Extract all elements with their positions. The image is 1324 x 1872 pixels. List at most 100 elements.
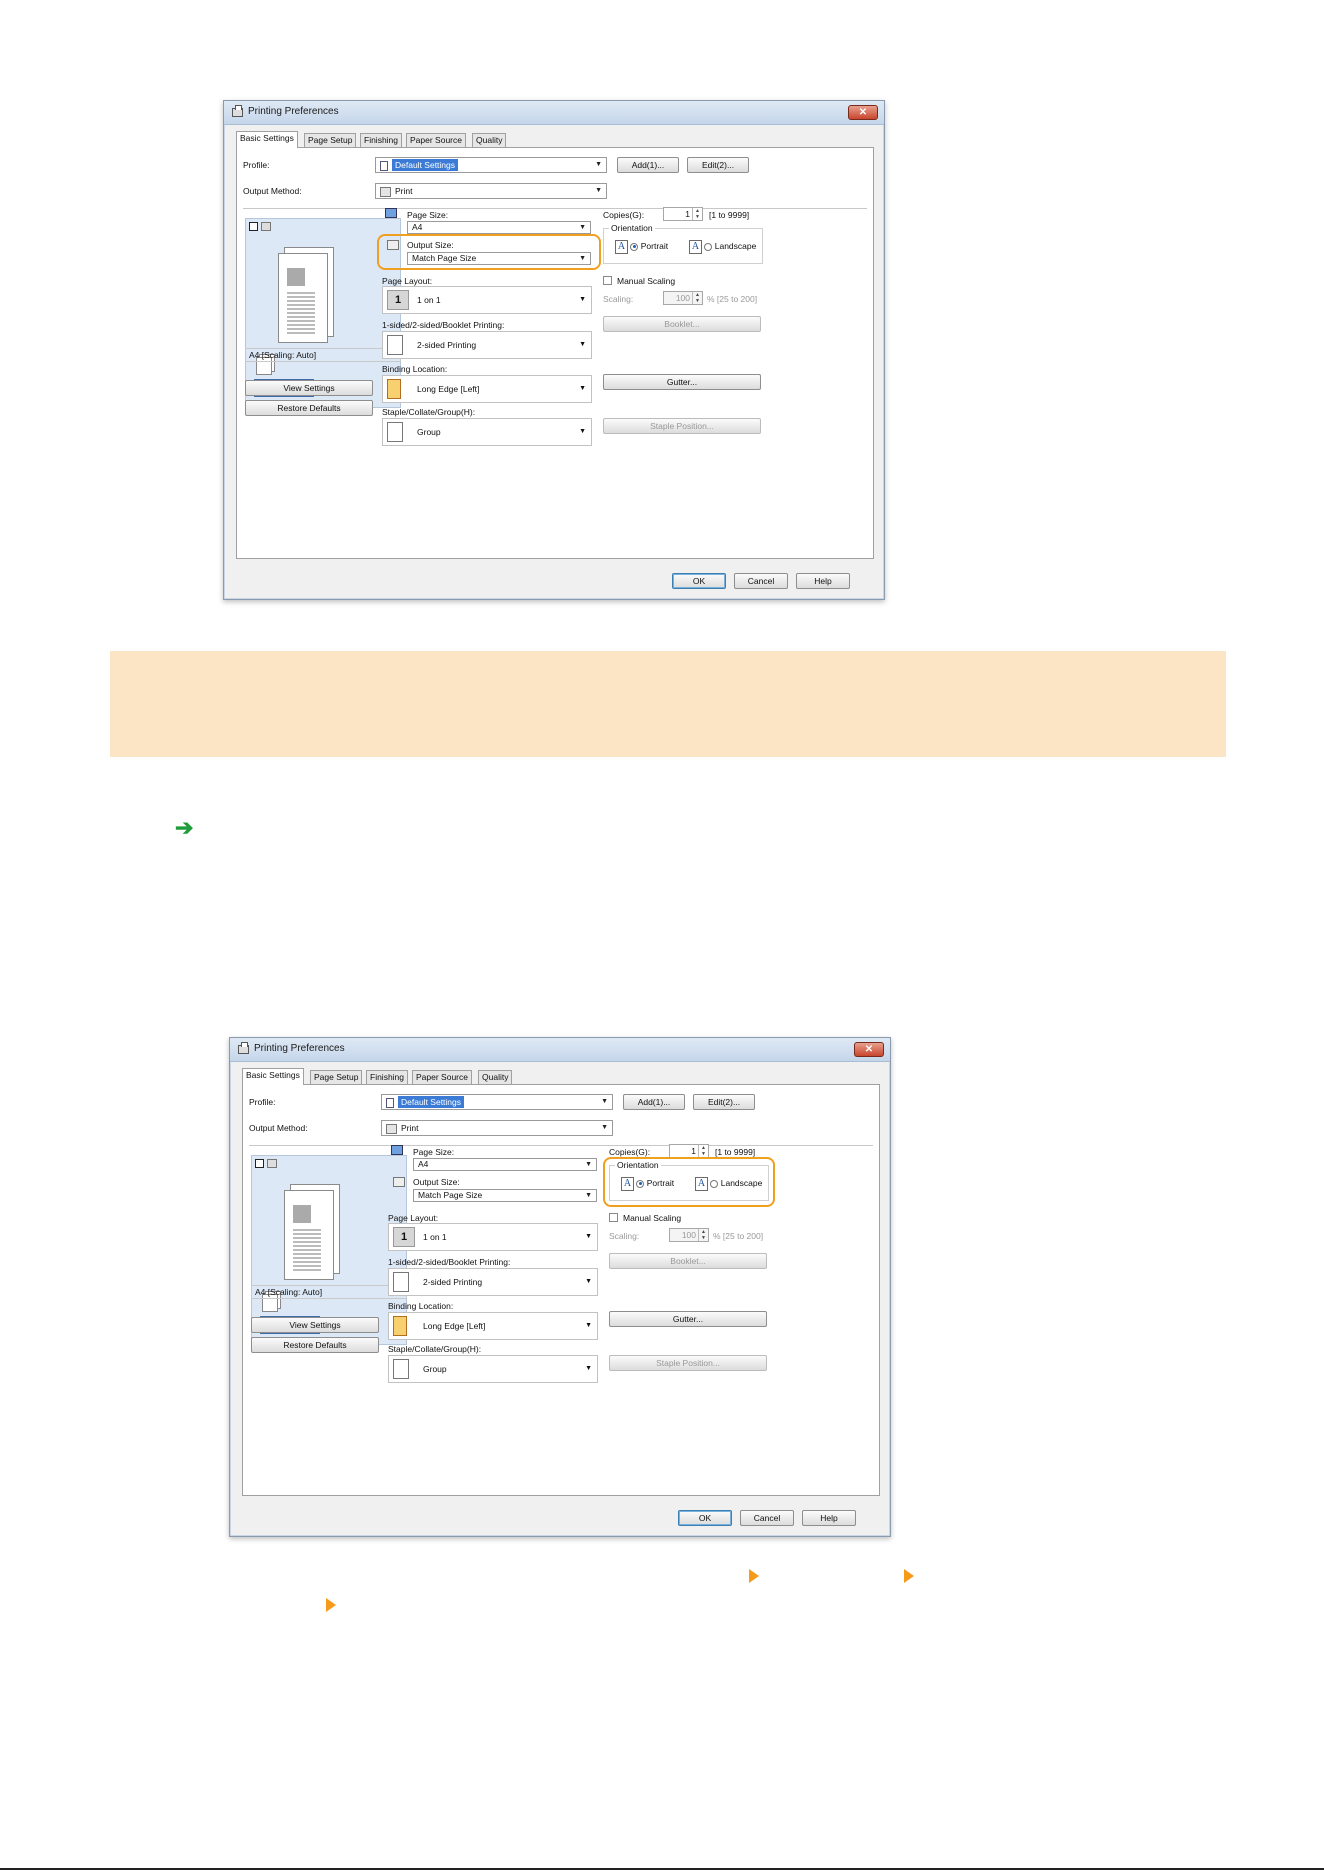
output-method-select[interactable]: Print ▼ (381, 1120, 613, 1136)
preview-caption: A4 [Scaling: Auto] (245, 348, 401, 362)
close-button[interactable]: ✕ (854, 1042, 884, 1057)
step-arrow-icon: ➔ (175, 815, 194, 840)
binding-select[interactable]: Long Edge [Left] ▼ (382, 375, 592, 403)
manual-scaling-checkbox[interactable] (609, 1213, 618, 1222)
output-size-select[interactable]: Match Page Size ▼ (413, 1189, 597, 1202)
tab-page-setup[interactable]: Page Setup (310, 1070, 363, 1084)
stepper-arrows-icon[interactable]: ▲ ▼ (698, 1229, 708, 1241)
binding-value: Long Edge [Left] (417, 384, 480, 394)
binding-select[interactable]: Long Edge [Left] ▼ (388, 1312, 598, 1340)
group-icon (387, 422, 403, 442)
landscape-label: Landscape (714, 241, 757, 251)
sided-label: 1-sided/2-sided/Booklet Printing: (388, 1257, 511, 1267)
tab-finishing[interactable]: Finishing (360, 133, 403, 147)
staple-select[interactable]: Group ▼ (388, 1355, 598, 1383)
page-view-icon[interactable] (249, 222, 258, 231)
page-layout-label: Page Layout: (382, 276, 433, 286)
tab-page-setup[interactable]: Page Setup (304, 133, 357, 147)
tab-basic-settings[interactable]: Basic Settings (236, 131, 298, 148)
cancel-button[interactable]: Cancel (734, 573, 788, 589)
page-size-select[interactable]: A4 ▼ (407, 221, 591, 234)
breadcrumb-arrow-icon (904, 1569, 914, 1583)
binding-icon (393, 1316, 407, 1336)
binding-value: Long Edge [Left] (423, 1321, 486, 1331)
copies-range: [1 to 9999] (709, 210, 750, 220)
scaling-stepper[interactable]: 100 ▲ ▼ (663, 291, 703, 305)
sided-select[interactable]: 2-sided Printing ▼ (388, 1268, 598, 1296)
sided-label: 1-sided/2-sided/Booklet Printing: (382, 320, 505, 330)
copies-stepper[interactable]: 1 ▲ ▼ (669, 1144, 709, 1158)
sided-select[interactable]: 2-sided Printing ▼ (382, 331, 592, 359)
printer-view-icon[interactable] (261, 222, 271, 231)
manual-scaling-label: Manual Scaling (617, 276, 676, 286)
tab-paper-source[interactable]: Paper Source (412, 1070, 472, 1084)
printer-icon (238, 1042, 249, 1054)
portrait-option[interactable]: A Portrait (615, 240, 668, 254)
profile-icon (386, 1097, 394, 1108)
output-size-value: Match Page Size (418, 1190, 483, 1200)
page-layout-select[interactable]: 1 1 on 1 ▼ (382, 286, 592, 314)
scaling-stepper[interactable]: 100 ▲ ▼ (669, 1228, 709, 1242)
view-settings-button[interactable]: View Settings (245, 380, 373, 396)
stepper-arrows-icon[interactable]: ▲ ▼ (692, 292, 702, 304)
chevron-down-icon: ▼ (585, 1365, 592, 1372)
restore-defaults-button[interactable]: Restore Defaults (245, 400, 373, 416)
gutter-button[interactable]: Gutter... (609, 1311, 767, 1327)
add-button[interactable]: Add(1)... (617, 157, 679, 173)
sided-value: 2-sided Printing (417, 340, 477, 350)
landscape-radio[interactable] (704, 242, 713, 251)
output-size-label: Output Size: (413, 1177, 460, 1187)
scaling-label: Scaling: (603, 294, 634, 304)
manual-scaling-label: Manual Scaling (623, 1213, 682, 1223)
page-layout-icon: 1 (387, 290, 409, 310)
tab-finishing[interactable]: Finishing (366, 1070, 409, 1084)
booklet-button[interactable]: Booklet... (609, 1253, 767, 1269)
ok-button[interactable]: OK (678, 1510, 732, 1526)
printer-view-icon[interactable] (267, 1159, 277, 1168)
tab-basic-settings[interactable]: Basic Settings (242, 1068, 304, 1085)
edit-button[interactable]: Edit(2)... (693, 1094, 755, 1110)
profile-select[interactable]: Default Settings ▼ (381, 1094, 613, 1110)
staple-value: Group (417, 427, 441, 437)
page-layout-value: 1 on 1 (417, 295, 441, 305)
booklet-button[interactable]: Booklet... (603, 316, 761, 332)
add-button[interactable]: Add(1)... (623, 1094, 685, 1110)
ok-button[interactable]: OK (672, 573, 726, 589)
copies-stepper[interactable]: 1 ▲ ▼ (663, 207, 703, 221)
profile-label: Profile: (243, 160, 270, 170)
help-button[interactable]: Help (796, 573, 850, 589)
page-size-select[interactable]: A4 ▼ (413, 1158, 597, 1171)
page-view-icon[interactable] (255, 1159, 264, 1168)
gutter-button[interactable]: Gutter... (603, 374, 761, 390)
staple-select[interactable]: Group ▼ (382, 418, 592, 446)
restore-defaults-button[interactable]: Restore Defaults (251, 1337, 379, 1353)
copies-range: [1 to 9999] (715, 1147, 756, 1157)
cancel-button[interactable]: Cancel (740, 1510, 794, 1526)
portrait-radio[interactable] (630, 242, 639, 251)
manual-scaling-checkbox[interactable] (603, 276, 612, 285)
staple-position-button[interactable]: Staple Position... (603, 418, 761, 434)
stepper-arrows-icon[interactable]: ▲ ▼ (692, 208, 702, 220)
view-settings-button[interactable]: View Settings (251, 1317, 379, 1333)
chevron-down-icon: ▼ (595, 187, 602, 194)
page-layout-select[interactable]: 1 1 on 1 ▼ (388, 1223, 598, 1251)
tab-quality[interactable]: Quality (472, 133, 507, 147)
profile-value: Default Settings (398, 1096, 465, 1108)
staple-position-button[interactable]: Staple Position... (609, 1355, 767, 1371)
close-button[interactable]: ✕ (848, 105, 878, 120)
dialog-title: Printing Preferences (248, 106, 339, 117)
printer-icon (232, 105, 243, 117)
profile-select[interactable]: Default Settings ▼ (375, 157, 607, 173)
edit-button[interactable]: Edit(2)... (687, 157, 749, 173)
help-button[interactable]: Help (802, 1510, 856, 1526)
tab-quality[interactable]: Quality (478, 1070, 513, 1084)
printing-preferences-dialog-2: Printing Preferences ✕ Basic Settings Pa… (229, 1037, 891, 1537)
stepper-arrows-icon[interactable]: ▲ ▼ (698, 1145, 708, 1157)
output-method-select[interactable]: Print ▼ (375, 183, 607, 199)
tab-paper-source[interactable]: Paper Source (406, 133, 466, 147)
chevron-down-icon: ▼ (579, 296, 586, 303)
chevron-down-icon: ▼ (579, 224, 586, 231)
page-size-icon (391, 1145, 403, 1155)
landscape-option[interactable]: A Landscape (689, 240, 756, 254)
profile-icon (380, 160, 388, 171)
